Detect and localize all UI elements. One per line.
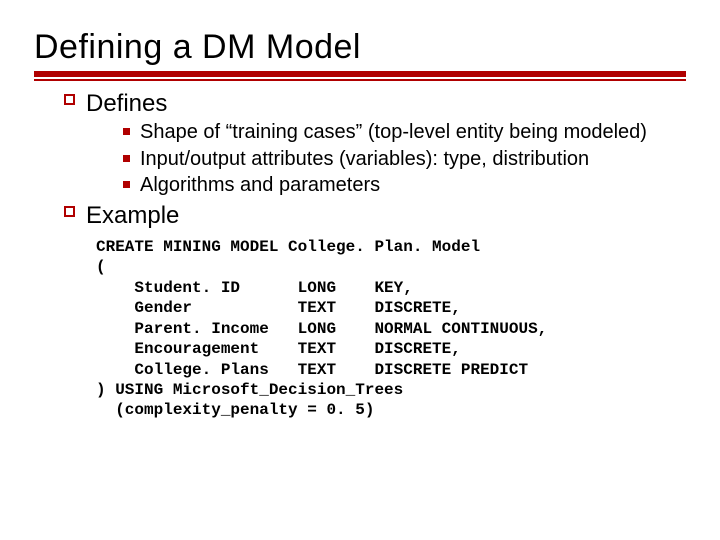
- list-item-text: Input/output attributes (variables): typ…: [140, 147, 686, 171]
- hollow-square-icon: [52, 201, 86, 230]
- hollow-square-icon: [52, 89, 86, 118]
- section-example: Example: [52, 201, 686, 230]
- slide-title: Defining a DM Model: [34, 28, 686, 67]
- code-block: CREATE MINING MODEL College. Plan. Model…: [96, 237, 686, 421]
- list-item-text: Shape of “training cases” (top-level ent…: [140, 120, 686, 144]
- title-rule-thick: [34, 71, 686, 77]
- section-heading: Defines: [86, 89, 686, 118]
- section-defines: Defines: [52, 89, 686, 118]
- list-item: Shape of “training cases” (top-level ent…: [112, 120, 686, 144]
- filled-square-icon: [112, 120, 140, 144]
- list-item: Algorithms and parameters: [112, 173, 686, 197]
- filled-square-icon: [112, 147, 140, 171]
- slide-body: Defines Shape of “training cases” (top-l…: [34, 89, 686, 421]
- section-heading: Example: [86, 201, 686, 230]
- list-item: Input/output attributes (variables): typ…: [112, 147, 686, 171]
- title-rule-thin: [34, 79, 686, 81]
- filled-square-icon: [112, 173, 140, 197]
- slide: Defining a DM Model Defines Shape of “tr…: [0, 0, 720, 540]
- list-item-text: Algorithms and parameters: [140, 173, 686, 197]
